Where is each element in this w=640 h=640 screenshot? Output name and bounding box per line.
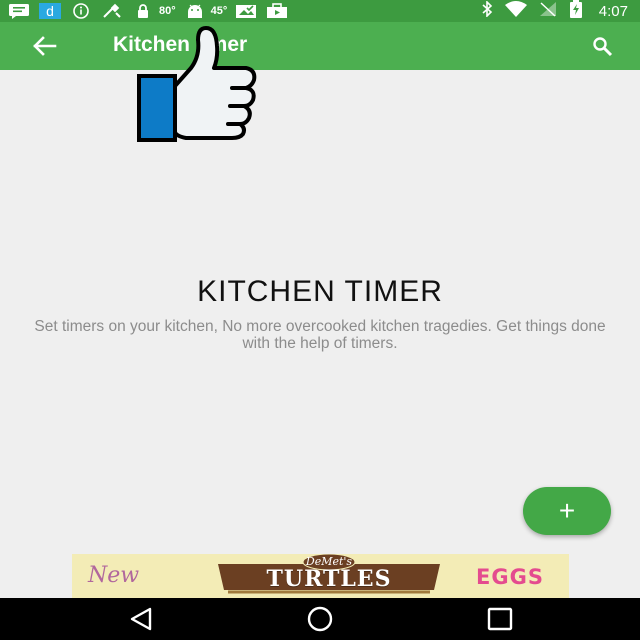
nav-home-icon [307, 606, 333, 632]
nav-recents-button[interactable] [485, 606, 515, 632]
briefcase-play-icon [265, 3, 289, 19]
hero-description: Set timers on your kitchen, No more over… [34, 318, 606, 352]
temperature-2: 45° [210, 5, 228, 17]
ad-new-text: New [88, 563, 140, 588]
thumbs-up-icon [137, 26, 257, 142]
temperature-1: 80° [159, 5, 176, 17]
search-button[interactable] [592, 36, 614, 58]
ad-banner[interactable]: New DeMet's TURTLES EGGS [72, 554, 569, 598]
bluetooth-icon [481, 0, 493, 22]
nav-home-button[interactable] [305, 606, 335, 632]
ad-product-text: TURTLES [266, 566, 392, 592]
lock-icon [131, 3, 155, 19]
navigation-bar [0, 598, 640, 640]
message-icon [7, 3, 31, 19]
add-timer-button[interactable]: + [523, 487, 611, 535]
arrow-back-icon [33, 36, 57, 56]
nav-back-icon [130, 607, 152, 631]
wifi-icon [504, 0, 527, 22]
android-icon [183, 3, 207, 19]
nav-back-button[interactable] [126, 606, 156, 632]
search-icon [593, 37, 613, 57]
hero-title: KITCHEN TIMER [197, 275, 443, 308]
satellite-icon [100, 3, 124, 19]
svg-text:d: d [46, 3, 54, 19]
photo-check-icon [234, 3, 258, 19]
nav-recents-icon [487, 607, 513, 631]
add-icon: + [558, 495, 576, 526]
status-icons-right: 4:07 [481, 0, 628, 22]
status-time: 4:07 [598, 2, 628, 20]
battery-charging-icon [569, 0, 583, 23]
app-bar: Kitchen timer [0, 22, 640, 70]
signal-off-icon [539, 1, 557, 22]
app-d-icon: d [38, 3, 62, 19]
info-icon [69, 3, 93, 19]
back-button[interactable] [30, 34, 58, 58]
ad-eggs-text: EGGS [476, 565, 544, 589]
status-icons-left: d 80° 45° [0, 0, 289, 22]
status-bar: d 80° 45° 4:07 [0, 0, 640, 22]
